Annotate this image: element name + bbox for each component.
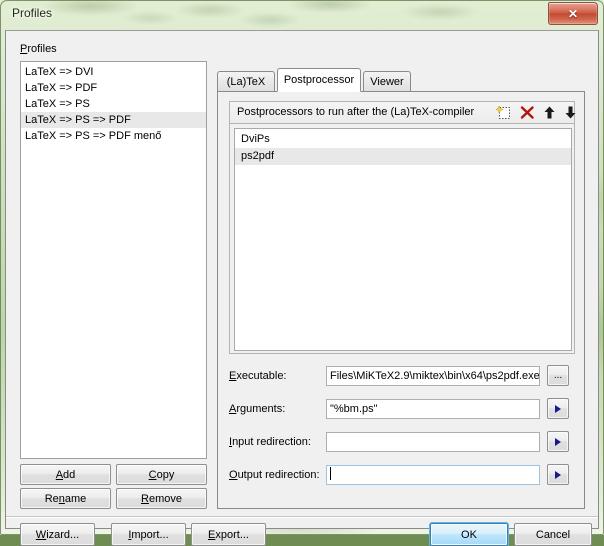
profiles-group-label: Profiles <box>20 43 57 55</box>
move-down-icon[interactable] <box>562 105 579 121</box>
arguments-menu-button[interactable] <box>547 398 569 419</box>
text-cursor <box>330 467 331 480</box>
arguments-label-rest: rguments: <box>236 403 286 415</box>
tab-viewer[interactable]: Viewer <box>363 71 411 92</box>
ellipsis-icon: ... <box>553 369 563 381</box>
profiles-dialog-window: Profiles ✕ Profiles LaTeX => DVI LaTeX =>… <box>0 0 604 546</box>
output-redirection-input[interactable] <box>326 465 540 485</box>
remove-profile-button[interactable]: Remove <box>116 488 207 509</box>
tab-postprocessor[interactable]: Postprocessor <box>277 68 361 92</box>
profile-list-item[interactable]: LaTeX => PS <box>21 96 206 112</box>
executable-label: Executable: <box>229 370 287 382</box>
profiles-label-rest: rofiles <box>27 43 57 55</box>
footer-separator <box>6 516 598 518</box>
profile-list-item[interactable]: LaTeX => PS => PDF <box>21 112 206 128</box>
postprocessor-list-item[interactable]: ps2pdf <box>235 148 571 165</box>
triangle-right-icon <box>555 437 561 446</box>
input-redirection-input[interactable] <box>326 432 540 452</box>
remove-profile-label: Remove <box>141 492 182 505</box>
dialog-client-area: Profiles LaTeX => DVI LaTeX => PDF LaTeX =… <box>5 30 599 546</box>
browse-executable-button[interactable]: ... <box>547 365 569 386</box>
rename-profile-label: Rename <box>44 492 87 505</box>
arguments-label: Arguments: <box>229 403 286 415</box>
input-redirection-label-rest: nput redirection: <box>232 436 311 448</box>
postprocessors-groupbox: Postprocessors to run after the (La)TeX-… <box>229 101 576 354</box>
postprocessors-header-label: Postprocessors to run after the (La)TeX-… <box>237 106 475 118</box>
profile-list-item[interactable]: LaTeX => PDF <box>21 80 206 96</box>
output-redirection-menu-button[interactable] <box>547 464 569 485</box>
rename-profile-button[interactable]: Rename <box>20 488 111 509</box>
new-postprocessor-icon[interactable] <box>495 105 513 121</box>
profiles-listbox[interactable]: LaTeX => DVI LaTeX => PDF LaTeX => PS LaTeX… <box>20 61 207 459</box>
move-up-icon[interactable] <box>541 105 558 121</box>
postprocessors-header: Postprocessors to run after the (La)TeX-… <box>230 102 576 124</box>
triangle-right-icon <box>555 470 561 479</box>
executable-label-rest: xecutable: <box>236 370 287 382</box>
add-profile-label: Add <box>55 468 76 481</box>
close-button[interactable]: ✕ <box>548 2 598 25</box>
window-title: Profiles <box>12 6 53 20</box>
input-redirection-menu-button[interactable] <box>547 431 569 452</box>
executable-input[interactable]: Files\MiKTeX2.9\miktex\bin\x64\ps2pdf.ex… <box>326 366 540 386</box>
postprocessor-list-item[interactable]: DviPs <box>235 131 571 148</box>
copy-profile-label: Copy <box>148 468 175 481</box>
input-redirection-label: Input redirection: <box>229 436 311 448</box>
arguments-input[interactable]: "%bm.ps" <box>326 399 540 419</box>
profile-list-item[interactable]: LaTeX => PS => PDF menő <box>21 128 206 144</box>
tab-panel-postprocessor: Postprocessors to run after the (La)TeX-… <box>217 91 585 509</box>
output-redirection-label-rest: utput redirection: <box>237 469 320 481</box>
output-redirection-label: Output redirection: <box>229 469 320 481</box>
copy-profile-button[interactable]: Copy <box>116 464 207 485</box>
close-icon: ✕ <box>567 6 579 21</box>
profile-list-item[interactable]: LaTeX => DVI <box>21 64 206 80</box>
postprocessors-listbox[interactable]: DviPs ps2pdf <box>234 128 572 351</box>
delete-postprocessor-icon[interactable] <box>519 105 536 121</box>
title-bar: Profiles ✕ <box>0 0 604 30</box>
add-profile-button[interactable]: Add <box>20 464 111 485</box>
tab-la-tex[interactable]: (La)TeX <box>217 71 275 92</box>
triangle-right-icon <box>555 404 561 413</box>
